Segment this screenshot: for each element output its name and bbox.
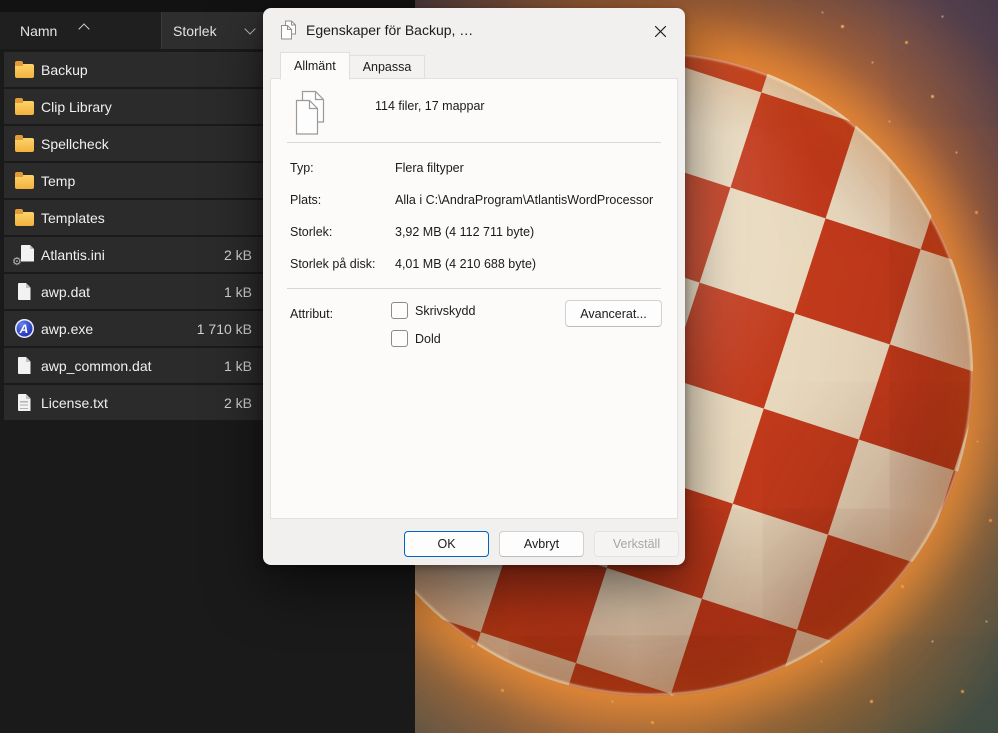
tab-anpassa[interactable]: Anpassa (350, 55, 426, 79)
attributes-label: Attribut: (290, 307, 333, 321)
file-name: Spellcheck (41, 136, 109, 152)
chevron-down-icon[interactable] (244, 23, 255, 34)
folder-icon (15, 64, 34, 78)
checkbox-row-readonly: Skrivskydd (391, 302, 475, 319)
field-location: Plats: Alla i C:\AndraProgram\AtlantisWo… (290, 193, 667, 209)
properties-dialog: Egenskaper för Backup, … Allmänt Anpassa… (263, 8, 685, 565)
ok-button[interactable]: OK (404, 531, 489, 557)
dialog-titlebar: Egenskaper för Backup, … (263, 8, 685, 52)
column-header-name[interactable]: Namn (0, 12, 158, 49)
column-header-size[interactable]: Storlek (161, 12, 264, 49)
file-name: awp_common.dat (41, 358, 152, 374)
close-icon (654, 25, 667, 38)
folder-icon (15, 138, 34, 152)
file-size: 1 kB (224, 358, 252, 374)
hidden-checkbox-label: Dold (415, 332, 441, 346)
file-icon (18, 357, 31, 374)
file-name: License.txt (41, 395, 108, 411)
file-name: Temp (41, 173, 75, 189)
readonly-checkbox-label: Skrivskydd (415, 304, 475, 318)
file-name: Templates (41, 210, 105, 226)
field-size: Storlek: 3,92 MB (4 112 711 byte) (290, 225, 667, 241)
apply-button[interactable]: Verkställ (594, 531, 679, 557)
folder-icon (15, 101, 34, 115)
separator (287, 288, 661, 289)
field-size-on-disk: Storlek på disk: 4,01 MB (4 210 688 byte… (290, 257, 667, 273)
checkbox-row-hidden: Dold (391, 330, 441, 347)
file-name: awp.dat (41, 284, 90, 300)
file-size: 2 kB (224, 247, 252, 263)
files-icon (280, 20, 297, 40)
advanced-button[interactable]: Avancerat... (565, 300, 662, 327)
contents-summary: 114 filer, 17 mappar (375, 99, 485, 113)
file-name: Backup (41, 62, 88, 78)
atlantis-app-icon (15, 319, 34, 338)
tab-page-general: 114 filer, 17 mappar Typ: Flera filtyper… (270, 78, 678, 519)
file-size: 1 710 kB (197, 321, 252, 337)
sort-ascending-icon (78, 23, 89, 34)
multiple-files-icon (293, 90, 327, 141)
tab-bar: Allmänt Anpassa (280, 52, 425, 79)
readonly-checkbox[interactable] (391, 302, 408, 319)
file-name: Clip Library (41, 99, 112, 115)
hidden-checkbox[interactable] (391, 330, 408, 347)
file-name: awp.exe (41, 321, 93, 337)
file-size: 2 kB (224, 395, 252, 411)
file-icon (18, 283, 31, 300)
tab-allmant[interactable]: Allmänt (280, 52, 350, 80)
folder-icon (15, 175, 34, 189)
column-name-label: Namn (20, 23, 57, 39)
ini-file-icon: ⚙ (14, 245, 34, 265)
close-button[interactable] (647, 18, 673, 44)
text-file-icon (18, 394, 31, 411)
folder-icon (15, 212, 34, 226)
cancel-button[interactable]: Avbryt (499, 531, 584, 557)
field-type: Typ: Flera filtyper (290, 161, 667, 177)
separator (287, 142, 661, 143)
file-name: Atlantis.ini (41, 247, 105, 263)
file-size: 1 kB (224, 284, 252, 300)
column-size-label: Storlek (173, 23, 217, 39)
dialog-title: Egenskaper för Backup, … (306, 22, 473, 38)
